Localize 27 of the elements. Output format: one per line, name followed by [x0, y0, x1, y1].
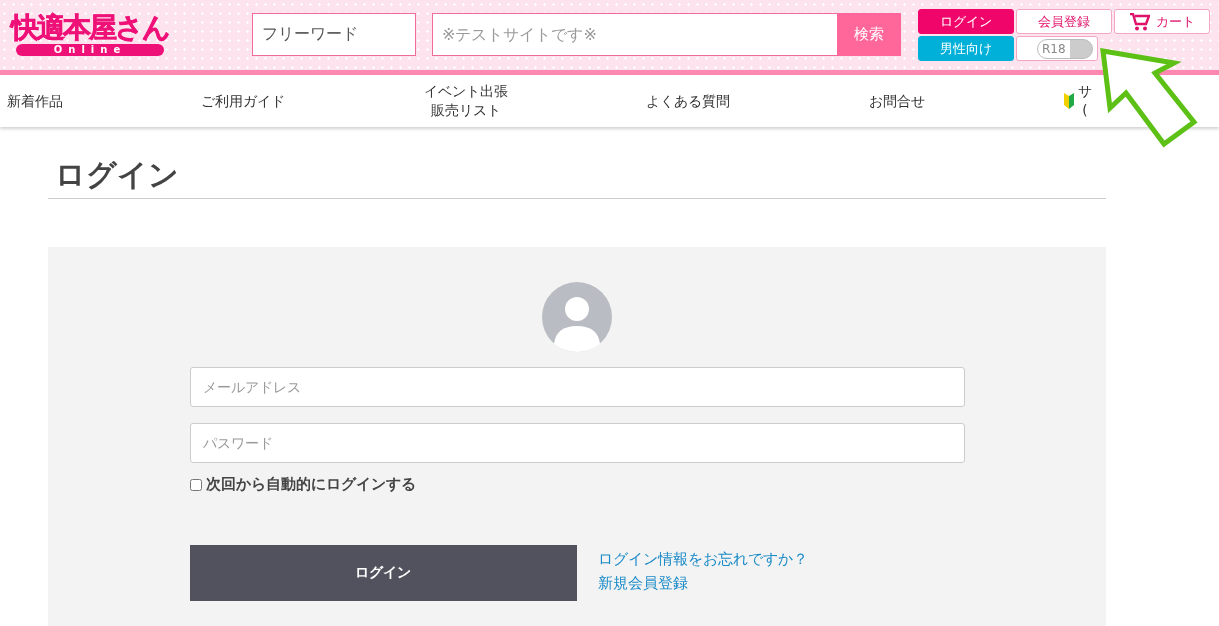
audience-button[interactable]: 男性向け: [918, 36, 1014, 61]
login-submit-button[interactable]: ログイン: [189, 545, 577, 601]
keyword-field[interactable]: フリーワード: [252, 13, 416, 56]
nav-link[interactable]: 新着作品: [7, 91, 63, 111]
logo-title: 快適本屋さん: [11, 12, 169, 44]
login-button[interactable]: ログイン: [918, 9, 1014, 34]
cart-icon: [1129, 12, 1150, 31]
search-field[interactable]: ※テストサイトです※: [432, 13, 837, 56]
remember-checkbox[interactable]: [189, 478, 202, 491]
text-link[interactable]: 新規会員登録: [597, 573, 808, 593]
nav-link[interactable]: よくある質問: [646, 91, 731, 111]
beginner-mark-icon: [1062, 93, 1075, 109]
search-button[interactable]: 検索: [837, 13, 901, 56]
text-link[interactable]: ログイン情報をお忘れですか？: [597, 549, 808, 569]
password-field[interactable]: パスワード: [189, 423, 965, 463]
nav-link[interactable]: お問合せ: [868, 91, 925, 111]
register-button[interactable]: 会員登録: [1016, 9, 1112, 34]
r18-toggle[interactable]: R18: [1037, 38, 1093, 59]
nav-link[interactable]: サ (: [1062, 82, 1092, 120]
cart-button[interactable]: カート: [1114, 9, 1210, 34]
nav-link[interactable]: ご利用ガイド: [201, 91, 286, 111]
page-title: ログイン: [48, 157, 1106, 199]
logo-subtitle: Online: [16, 44, 164, 56]
email-field[interactable]: メールアドレス: [189, 367, 965, 407]
remember-label: 次回から自動的にログインする: [205, 475, 416, 494]
user-avatar-icon: [542, 282, 612, 352]
nav-link[interactable]: イベント出張 販売リスト: [423, 82, 508, 120]
